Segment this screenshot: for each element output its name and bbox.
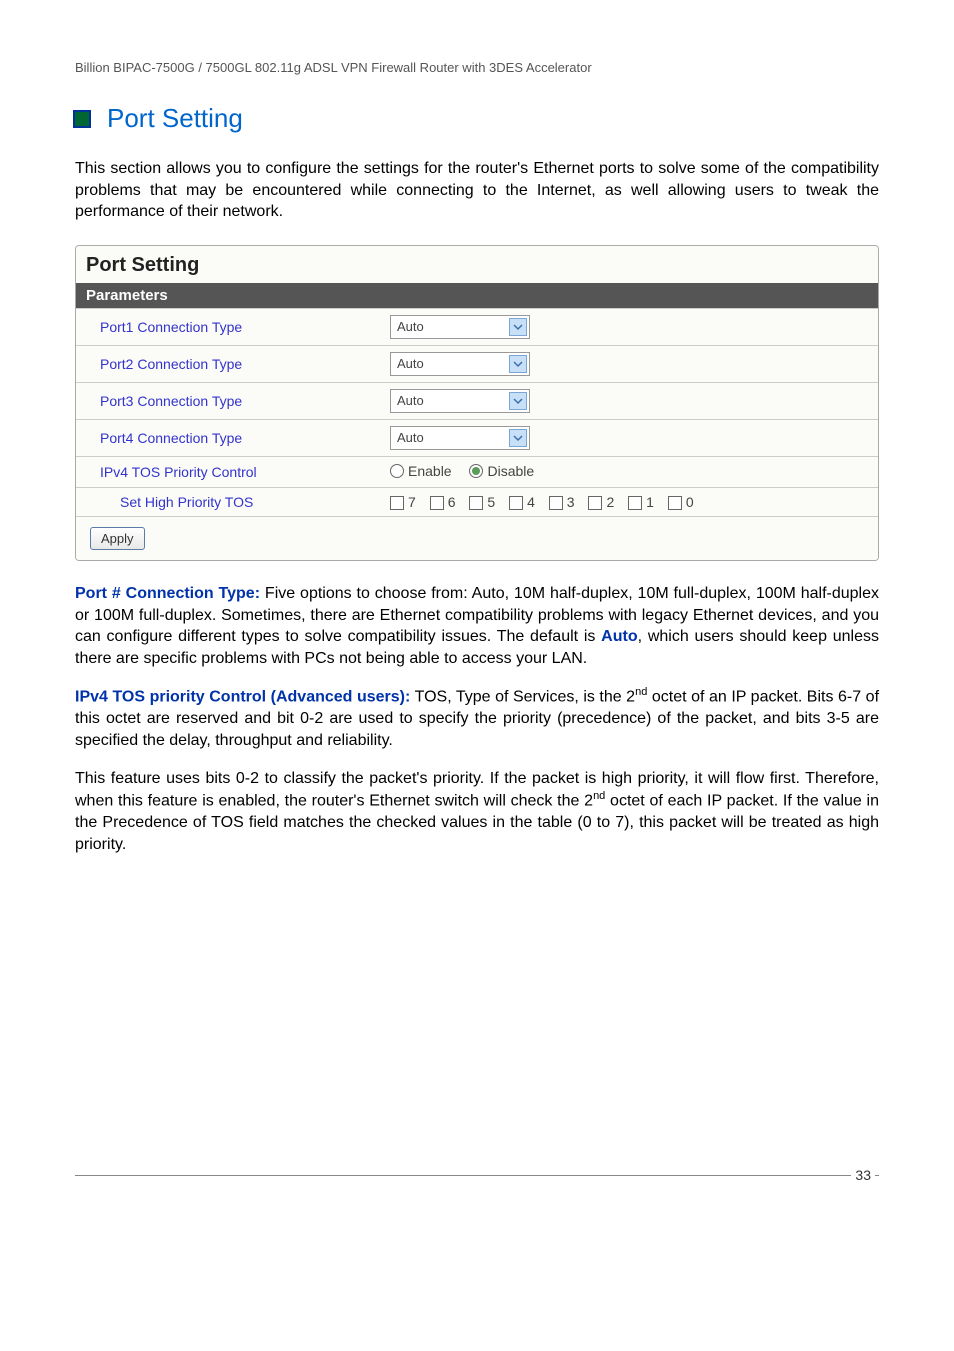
port3-label: Port3 Connection Type [76,382,380,419]
enable-label: Enable [408,463,452,479]
tos-5-label: 5 [487,494,495,510]
p2-lead: IPv4 TOS priority Control (Advanced user… [75,689,410,706]
tos-7-label: 7 [408,494,416,510]
para-port-connection: Port # Connection Type: Five options to … [75,583,879,669]
row-port4: Port4 Connection Type Auto [76,419,878,456]
tos-6-label: 6 [448,494,456,510]
row-port2: Port2 Connection Type Auto [76,345,878,382]
p1-bold-auto: Auto [601,628,637,645]
port2-connection-type-select[interactable]: Auto [390,352,530,376]
p2-body-a: TOS, Type of Services, is the 2 [410,689,635,706]
disable-label: Disable [487,463,534,479]
bullet-icon [73,110,91,128]
row-set-high-tos: Set High Priority TOS 7 6 5 4 3 2 1 0 [76,487,878,516]
chevron-down-icon [509,355,527,373]
disable-radio[interactable]: Disable [469,463,534,479]
chevron-down-icon [509,318,527,336]
tos-0-label: 0 [686,494,694,510]
radio-icon [390,464,404,478]
tos-3-checkbox[interactable] [549,496,563,510]
port4-label: Port4 Connection Type [76,419,380,456]
port1-value: Auto [397,319,424,334]
ipv4-tos-label: IPv4 TOS Priority Control [76,456,380,487]
tos-4-label: 4 [527,494,535,510]
tos-1-checkbox[interactable] [628,496,642,510]
chevron-down-icon [509,392,527,410]
tos-2-label: 2 [606,494,614,510]
enable-radio[interactable]: Enable [390,463,452,479]
row-port3: Port3 Connection Type Auto [76,382,878,419]
set-high-tos-label: Set High Priority TOS [76,487,380,516]
tos-0-checkbox[interactable] [668,496,682,510]
tos-2-checkbox[interactable] [588,496,602,510]
row-apply: Apply [76,517,878,561]
tos-4-checkbox[interactable] [509,496,523,510]
section-heading-row: Port Setting [75,103,879,134]
page-number: 33 [851,1167,875,1183]
panel-title: Port Setting [76,246,878,283]
para-feature: This feature uses bits 0-2 to classify t… [75,768,879,856]
tos-5-checkbox[interactable] [469,496,483,510]
port2-label: Port2 Connection Type [76,345,380,382]
port4-connection-type-select[interactable]: Auto [390,426,530,450]
port2-value: Auto [397,356,424,371]
port3-value: Auto [397,393,424,408]
port4-value: Auto [397,430,424,445]
port-setting-panel: Port Setting Parameters Port1 Connection… [75,245,879,561]
row-port1: Port1 Connection Type Auto [76,308,878,345]
p2-sup: nd [635,686,647,698]
panel-subhead: Parameters [76,283,878,308]
tos-1-label: 1 [646,494,654,510]
radio-selected-icon [469,464,483,478]
tos-6-checkbox[interactable] [430,496,444,510]
tos-7-checkbox[interactable] [390,496,404,510]
tos-3-label: 3 [567,494,575,510]
intro-paragraph: This section allows you to configure the… [75,158,879,223]
p1-lead: Port # Connection Type: [75,585,260,602]
para-ipv4-tos: IPv4 TOS priority Control (Advanced user… [75,685,879,751]
row-ipv4-tos: IPv4 TOS Priority Control Enable Disable [76,456,878,487]
port1-connection-type-select[interactable]: Auto [390,315,530,339]
p3-sup: nd [593,790,605,802]
doc-header: Billion BIPAC-7500G / 7500GL 802.11g ADS… [75,60,879,75]
chevron-down-icon [509,429,527,447]
apply-button[interactable]: Apply [90,527,145,550]
page-footer: 33 [75,1175,879,1194]
port1-label: Port1 Connection Type [76,308,380,345]
section-title: Port Setting [107,103,243,134]
port3-connection-type-select[interactable]: Auto [390,389,530,413]
